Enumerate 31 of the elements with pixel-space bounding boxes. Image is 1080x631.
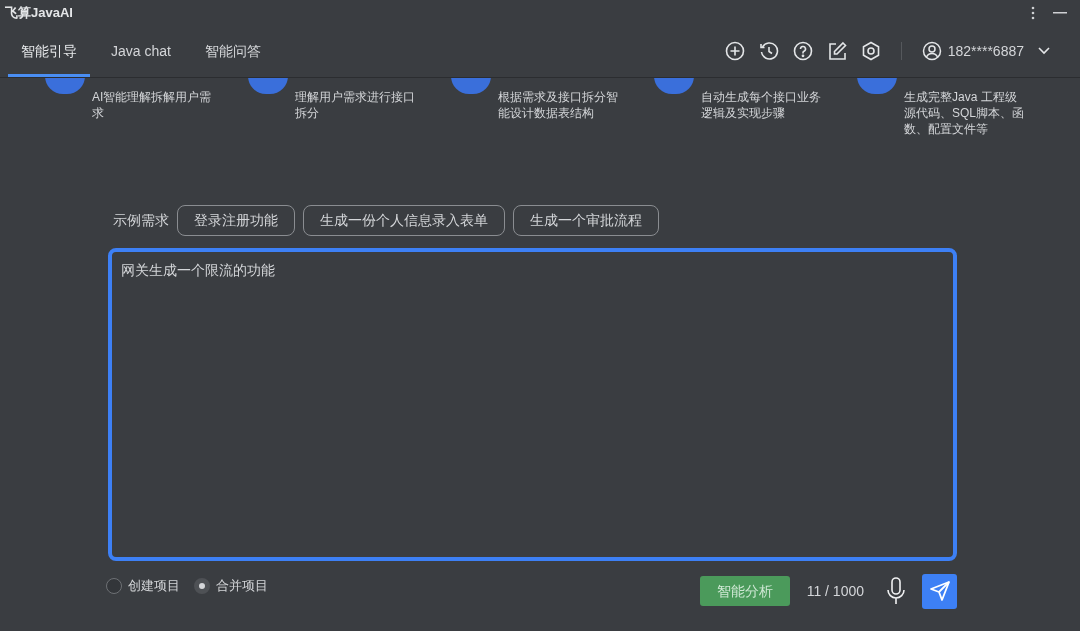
- edit-icon[interactable]: [826, 41, 847, 61]
- window-title: 飞算JavaAI: [5, 3, 73, 22]
- more-icon[interactable]: [1031, 5, 1035, 20]
- settings-icon[interactable]: [860, 41, 881, 61]
- step-description: AI智能理解拆解用户需求: [92, 89, 213, 121]
- example-chip[interactable]: 登录注册功能: [177, 205, 295, 236]
- minimize-icon[interactable]: [1053, 11, 1067, 14]
- example-chip[interactable]: 生成一份个人信息录入表单: [303, 205, 505, 236]
- requirement-input[interactable]: 网关生成一个限流的功能: [108, 248, 957, 561]
- radio-button[interactable]: [106, 577, 122, 594]
- tab[interactable]: Java chat: [98, 25, 184, 77]
- character-counter: 11 / 1000: [806, 581, 864, 601]
- step-description: 生成完整Java 工程级源代码、SQL脚本、函数、配置文件等: [904, 89, 1025, 137]
- example-chip[interactable]: 生成一个审批流程: [513, 205, 659, 236]
- chevron-down-icon[interactable]: [1038, 47, 1050, 55]
- radio-button[interactable]: [194, 577, 210, 594]
- examples-label: 示例需求: [113, 211, 169, 230]
- step-description: 自动生成每个接口业务逻辑及实现步骤: [701, 89, 822, 121]
- send-icon: [928, 580, 951, 602]
- add-icon[interactable]: [724, 41, 745, 61]
- user-phone[interactable]: 182****6887: [947, 40, 1024, 62]
- tab[interactable]: 智能问答: [191, 25, 274, 77]
- step-description: 根据需求及接口拆分智能设计数据表结构: [498, 89, 619, 121]
- microphone-icon[interactable]: [886, 577, 906, 605]
- user-icon[interactable]: [921, 41, 942, 61]
- help-icon[interactable]: [792, 41, 813, 61]
- radio-label[interactable]: 创建项目: [128, 576, 180, 596]
- step-description: 理解用户需求进行接口拆分: [295, 89, 416, 121]
- history-icon[interactable]: [758, 41, 779, 61]
- send-button[interactable]: [922, 573, 957, 609]
- radio-label[interactable]: 合并项目: [216, 576, 268, 596]
